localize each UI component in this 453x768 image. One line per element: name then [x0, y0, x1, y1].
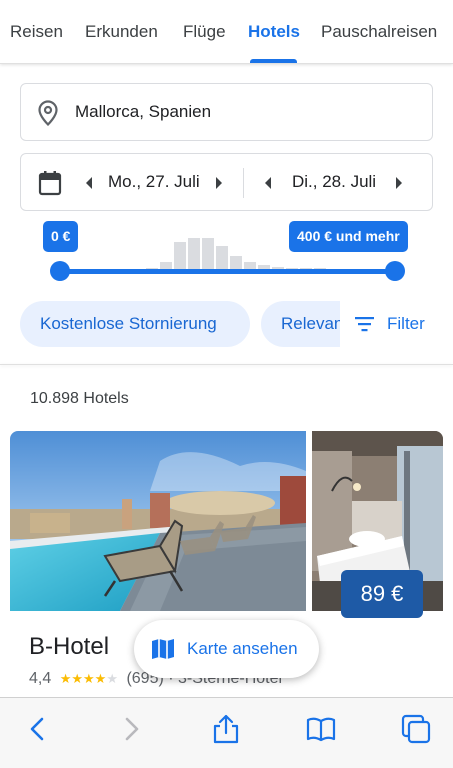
filter-label: Filter [387, 314, 425, 333]
histogram-bar [174, 242, 186, 272]
date-picker: Mo., 27. Juli Di., 28. Juli [20, 153, 433, 211]
price-min-handle[interactable] [50, 261, 70, 281]
checkin-date[interactable]: Mo., 27. Juli [108, 172, 200, 192]
hotel-photo-pool[interactable] [10, 431, 306, 611]
tab-fluege[interactable]: Flüge [183, 22, 226, 42]
checkout-prev-icon[interactable] [263, 176, 273, 190]
browser-toolbar [0, 697, 453, 768]
price-min-badge: 0 € [43, 221, 79, 252]
active-tab-indicator [250, 59, 297, 63]
filter-button[interactable]: Filter [340, 301, 453, 347]
location-pin-icon [38, 100, 58, 126]
tab-reisen[interactable]: Reisen [10, 22, 63, 42]
price-histogram [132, 234, 332, 272]
histogram-bar [188, 238, 200, 272]
checkin-next-icon[interactable] [214, 176, 224, 190]
rating-stars: ★★★★★ [59, 671, 118, 686]
tab-hotels[interactable]: Hotels [248, 22, 300, 42]
tab-erkunden[interactable]: Erkunden [85, 22, 158, 42]
results-count: 10.898 Hotels [30, 390, 129, 407]
checkout-next-icon[interactable] [394, 176, 404, 190]
hotel-price-tag[interactable]: 89 € [341, 570, 423, 618]
bookmarks-icon[interactable] [306, 714, 336, 744]
date-divider [243, 168, 244, 198]
checkin-prev-icon[interactable] [84, 176, 94, 190]
rating-value: 4,4 [29, 670, 52, 687]
category-tabs: Reisen Erkunden Flüge Hotels Pauschalrei… [0, 0, 453, 64]
location-field[interactable]: Mallorca, Spanien [20, 83, 433, 141]
checkout-date[interactable]: Di., 28. Juli [292, 172, 376, 192]
free-cancellation-chip[interactable]: Kostenlose Stornierung [20, 301, 250, 347]
calendar-icon[interactable] [38, 170, 62, 196]
filter-icon [355, 317, 374, 332]
forward-icon[interactable] [115, 714, 145, 744]
tabs-icon[interactable] [401, 714, 431, 744]
location-value: Mallorca, Spanien [75, 102, 212, 121]
price-range-track[interactable] [60, 269, 395, 274]
price-max-handle[interactable] [385, 261, 405, 281]
section-divider [0, 364, 453, 365]
back-icon[interactable] [24, 714, 54, 744]
tab-pauschalreisen[interactable]: Pauschalreisen [321, 22, 437, 42]
map-icon [152, 639, 174, 659]
view-map-button[interactable]: Karte ansehen [134, 620, 319, 678]
share-icon[interactable] [211, 714, 241, 744]
view-map-label: Karte ansehen [187, 639, 298, 658]
histogram-bar [202, 238, 214, 272]
hotel-name[interactable]: B-Hotel [29, 633, 109, 661]
